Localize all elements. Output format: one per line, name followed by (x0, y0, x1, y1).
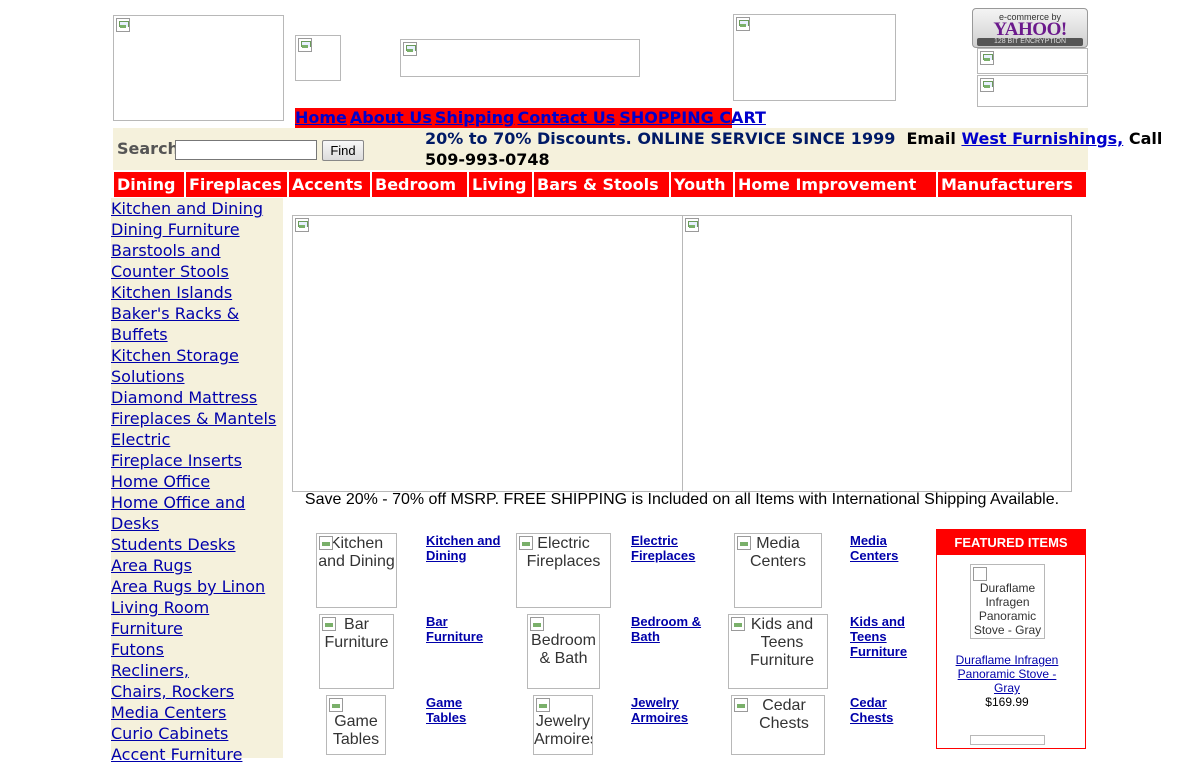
hero-image-right[interactable] (682, 215, 1072, 492)
broken-image-icon (319, 536, 333, 550)
grid-image-bedroom-bath[interactable]: Bedroom & Bath (527, 614, 600, 689)
encryption-strip: 128 BIT ENCRYPTION (977, 38, 1083, 46)
sidebar-link-accent-furniture[interactable]: Accent Furniture (111, 744, 283, 765)
logo-image[interactable] (113, 15, 284, 121)
sidebar: Kitchen and Dining Dining Furniture Bars… (111, 198, 283, 764)
email-link[interactable]: West Furnishings, (961, 129, 1123, 148)
sidebar-link-area-rugs-linon[interactable]: Area Rugs by Linon (111, 576, 283, 597)
broken-image-icon (737, 536, 751, 550)
broken-image-icon (980, 78, 994, 92)
broken-image-icon (403, 42, 417, 56)
category-dining[interactable]: Dining (114, 172, 184, 197)
sidebar-link-recliners[interactable]: Recliners, Chairs, Rockers (111, 660, 246, 702)
header-banner-image (400, 39, 640, 77)
grid-link-media-centers[interactable]: Media Centers (850, 533, 920, 563)
sidebar-link-kitchen-storage[interactable]: Kitchen Storage Solutions (111, 345, 241, 387)
grid-image-cedar-chests[interactable]: Cedar Chests (731, 695, 825, 755)
broken-image-icon (536, 698, 550, 712)
shipping-caption: Save 20% - 70% off MSRP. FREE SHIPPING i… (304, 491, 1060, 508)
grid-image-electric-fireplaces[interactable]: Electric Fireplaces (516, 533, 611, 608)
call-label: Call (1128, 129, 1163, 148)
yahoo-ecommerce-badge[interactable]: e-commerce by YAHOO! 128 BIT ENCRYPTION (972, 8, 1088, 48)
broken-image-icon (295, 218, 309, 232)
sidebar-link-home-office[interactable]: Home Office (111, 471, 283, 492)
broken-image-icon (685, 218, 699, 232)
email-label: Email (906, 129, 956, 148)
grid-image-media-centers[interactable]: Media Centers (734, 533, 822, 608)
grid-link-bar-furniture[interactable]: Bar Furniture (426, 614, 496, 644)
grid-link-jewelry-armoires[interactable]: Jewelry Armoires (631, 695, 701, 725)
featured-item-image-2[interactable] (970, 735, 1045, 745)
sidebar-link-electric-fireplace-inserts[interactable]: Electric Fireplace Inserts (111, 429, 246, 471)
broken-image-icon (116, 18, 130, 32)
badge-image-2 (977, 48, 1088, 74)
sidebar-link-fireplaces-mantels[interactable]: Fireplaces & Mantels (111, 408, 283, 429)
category-home-improvement[interactable]: Home Improvement (735, 172, 936, 197)
broken-image-icon (530, 617, 544, 631)
featured-items-title: FEATURED ITEMS (937, 530, 1085, 555)
broken-image-icon (980, 51, 994, 65)
search-label: Search (117, 139, 179, 158)
sidebar-link-curio-cabinets[interactable]: Curio Cabinets (111, 723, 283, 744)
grid-image-kids-teens[interactable]: Kids and Teens Furniture (728, 614, 828, 689)
featured-item-link[interactable]: Duraflame Infragen Panoramic Stove - Gra… (946, 653, 1068, 695)
grid-link-electric-fireplaces[interactable]: Electric Fireplaces (631, 533, 711, 563)
featured-item-price: $169.99 (985, 695, 1029, 709)
broken-image-icon (329, 698, 343, 712)
hero-image-left[interactable] (292, 215, 683, 492)
nav-contact-us[interactable]: Contact Us (518, 108, 616, 127)
top-nav: Home About Us Shipping Contact Us SHOPPING C… (295, 108, 766, 128)
sidebar-link-living-room[interactable]: Living Room Furniture (111, 597, 283, 639)
broken-image-icon (298, 38, 312, 52)
grid-link-cedar-chests[interactable]: Cedar Chests (850, 695, 910, 725)
nav-home[interactable]: Home (295, 108, 347, 127)
grid-link-bedroom-bath[interactable]: Bedroom & Bath (631, 614, 711, 644)
badge-image-3 (977, 75, 1088, 107)
sidebar-link-bakers-racks[interactable]: Baker's Racks & Buffets (111, 303, 241, 345)
sidebar-link-area-rugs[interactable]: Area Rugs (111, 555, 283, 576)
nav-shipping[interactable]: Shipping (435, 108, 515, 127)
broken-image-icon (736, 17, 750, 31)
category-manufacturers[interactable]: Manufacturers (938, 172, 1086, 197)
category-bedroom[interactable]: Bedroom (372, 172, 467, 197)
category-youth[interactable]: Youth (671, 172, 733, 197)
grid-image-kitchen-dining[interactable]: Kitchen and Dining (316, 533, 397, 608)
broken-image-icon (322, 617, 336, 631)
grid-link-kitchen-dining[interactable]: Kitchen and Dining (426, 533, 501, 563)
sidebar-link-media-centers[interactable]: Media Centers (111, 702, 283, 723)
search-input[interactable] (175, 140, 317, 160)
sidebar-link-barstools[interactable]: Barstools and Counter Stools (111, 240, 231, 282)
find-button[interactable]: Find (322, 140, 364, 161)
category-bars-stools[interactable]: Bars & Stools (534, 172, 669, 197)
grid-link-kids-teens[interactable]: Kids and Teens Furniture (850, 614, 920, 659)
nav-about-us[interactable]: About Us (350, 108, 432, 127)
category-fireplaces[interactable]: Fireplaces (186, 172, 287, 197)
category-accents[interactable]: Accents (289, 172, 370, 197)
header-small-image (295, 35, 341, 81)
sidebar-link-futons[interactable]: Futons (111, 639, 283, 660)
broken-image-icon (734, 698, 748, 712)
featured-item-image[interactable]: Duraflame Infragen Panoramic Stove - Gra… (970, 564, 1045, 639)
phone-number: 509-993-0748 (425, 150, 550, 169)
category-living[interactable]: Living (469, 172, 532, 197)
nav-shopping-cart[interactable]: SHOPPING CART (619, 108, 766, 127)
grid-image-game-tables[interactable]: Game Tables (326, 695, 386, 755)
sidebar-link-dining-furniture[interactable]: Dining Furniture (111, 219, 283, 240)
sidebar-link-kitchen-islands[interactable]: Kitchen Islands (111, 282, 283, 303)
sidebar-link-home-office-desks[interactable]: Home Office and Desks (111, 492, 251, 534)
sidebar-link-diamond-mattress[interactable]: Diamond Mattress (111, 387, 283, 408)
broken-image-icon (731, 617, 745, 631)
promo-text: 20% to 70% Discounts. ONLINE SERVICE SIN… (425, 129, 896, 148)
promo-line: 20% to 70% Discounts. ONLINE SERVICE SIN… (425, 129, 1162, 148)
grid-image-bar-furniture[interactable]: Bar Furniture (319, 614, 394, 689)
grid-link-game-tables[interactable]: Game Tables (426, 695, 486, 725)
sidebar-link-students-desks[interactable]: Students Desks (111, 534, 283, 555)
sidebar-link-kitchen-and-dining[interactable]: Kitchen and Dining (111, 198, 283, 219)
header-right-image (733, 14, 896, 101)
grid-image-jewelry-armoires[interactable]: Jewelry Armoires (533, 695, 593, 755)
featured-items-box (936, 529, 1086, 749)
broken-image-icon (519, 536, 533, 550)
broken-image-icon (973, 567, 987, 581)
